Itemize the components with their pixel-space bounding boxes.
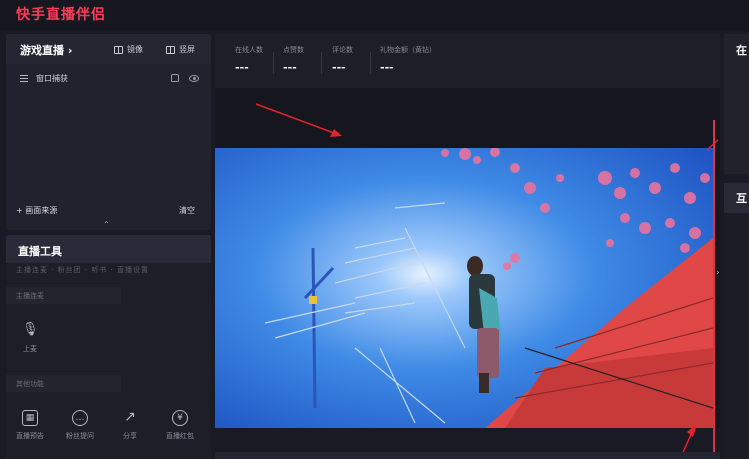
right-panel-title: 在: [736, 44, 747, 57]
bottom-bar: [215, 452, 720, 459]
preview-edge-indicator: [713, 120, 715, 455]
annotation-overlay: [255, 103, 719, 459]
right-panel-body: [724, 213, 749, 459]
expand-right-icon[interactable]: ›: [716, 268, 720, 278]
right-panel-title-2: 互: [736, 192, 747, 205]
